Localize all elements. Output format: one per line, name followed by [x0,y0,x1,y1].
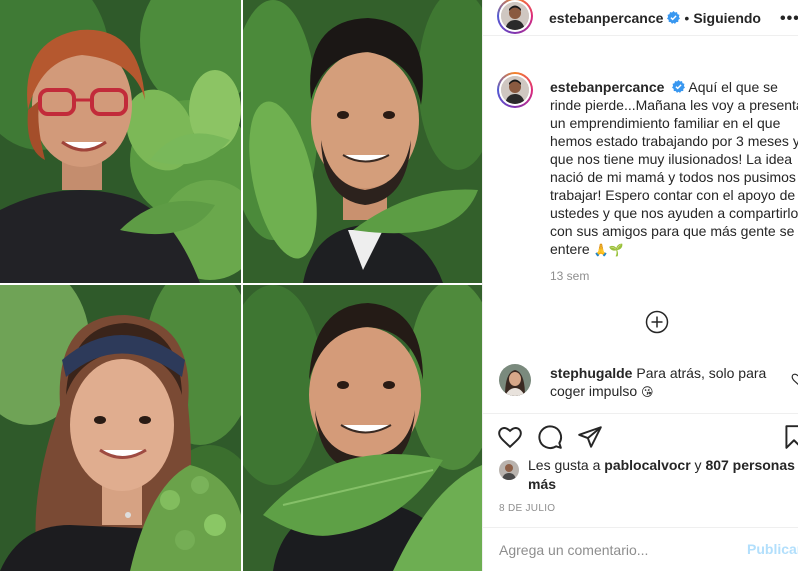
photo-woman-glasses [0,0,241,283]
comment-input[interactable] [499,541,729,558]
verified-badge-icon [672,80,686,93]
liker-username[interactable]: pablocalvocr [604,457,690,473]
publish-button[interactable]: Publicar [747,541,798,557]
post-image-collage[interactable] [0,0,482,571]
author-avatar[interactable] [497,0,533,34]
liker-avatar[interactable] [499,460,519,480]
comment-text: stephugalde Para atrás, solo para coger … [550,364,795,401]
caption-time[interactable]: 13 sem [550,269,798,283]
photo-woman-headband [0,285,241,571]
author-username[interactable]: estebanpercance [549,10,663,26]
photo-man-dark-hair [243,0,482,283]
separator-dot: • [684,9,690,26]
more-options-icon[interactable]: ••• [780,10,798,28]
caption-text: estebanpercance Aquí el que se rinde pie… [550,78,798,259]
follow-status-button[interactable]: Siguiendo [693,10,761,26]
post-sidebar: estebanpercance • Siguiendo ••• estebanp… [482,0,798,571]
post-caption: estebanpercance Aquí el que se rinde pie… [497,72,798,283]
plus-circle-icon[interactable] [645,310,669,334]
paper-plane-icon[interactable] [577,424,603,450]
add-comment-bar: Publicar [483,527,798,571]
comment-like-heart-icon[interactable] [791,372,798,386]
caption-author-avatar[interactable] [497,72,533,108]
caption-emoji: 🙏🌱 [593,243,624,257]
verified-badge-icon [667,11,681,24]
comment-item: stephugalde Para atrás, solo para coger … [499,364,798,401]
comment-bubble-icon[interactable] [537,424,563,450]
bookmark-icon[interactable] [781,424,798,450]
action-bar [497,424,798,452]
likes-summary: Les gusta a pablocalvocr y 807 personas … [499,456,798,494]
post-date[interactable]: 8 DE JULIO [499,503,555,514]
caption-body: Aquí el que se rinde pierde...Mañana les… [550,79,798,257]
likes-conjunction: y [694,457,702,473]
actions-divider [483,413,798,414]
heart-icon[interactable] [497,424,523,450]
caption-username[interactable]: estebanpercance [550,79,664,95]
likes-prefix: Les gusta a [528,457,601,473]
post-header: estebanpercance • Siguiendo ••• [483,0,798,36]
commenter-username[interactable]: stephugalde [550,365,632,381]
commenter-avatar[interactable] [499,364,531,396]
comment-emoji: 😘 [641,385,654,399]
photo-man-beard [243,285,482,571]
